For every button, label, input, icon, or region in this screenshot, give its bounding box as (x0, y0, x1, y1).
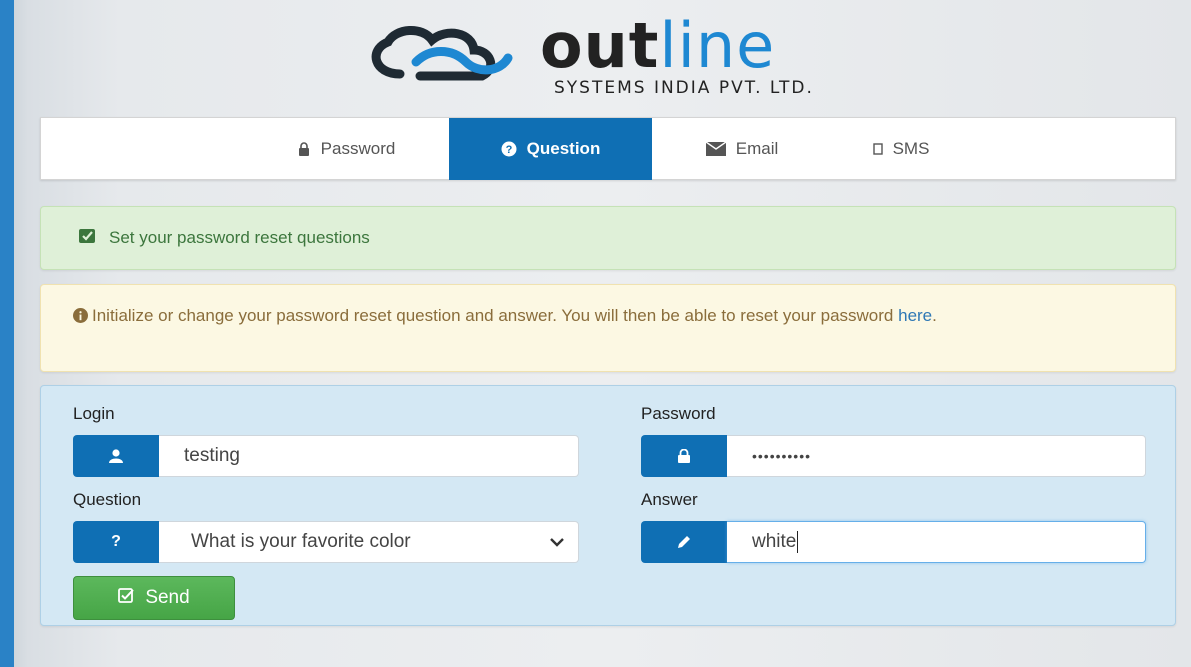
pencil-icon (641, 521, 727, 563)
answer-label: Answer (641, 490, 698, 509)
chevron-down-icon (550, 531, 564, 553)
envelope-icon (705, 142, 726, 156)
cloud-logo-icon (371, 26, 513, 81)
lock-icon (641, 435, 727, 477)
password-label: Password (641, 404, 716, 423)
logo-word-bold: out (540, 9, 660, 82)
mobile-icon (872, 143, 883, 155)
tab-email[interactable]: Email (667, 118, 817, 180)
warning-alert-suffix: . (932, 306, 937, 325)
left-edge (0, 0, 14, 667)
login-group: testing (73, 435, 579, 477)
question-circle-icon: ? (501, 141, 517, 157)
warning-alert-text: Initialize or change your password reset… (92, 306, 894, 325)
success-alert-text: Set your password reset questions (109, 228, 370, 247)
tab-question-label: Question (526, 139, 601, 158)
tab-question[interactable]: ? Question (449, 118, 652, 180)
check-square-icon (79, 228, 97, 249)
send-button-label: Send (145, 587, 190, 608)
password-input[interactable]: •••••••••• (727, 435, 1146, 477)
question-icon: ? (73, 521, 159, 563)
logo-word-light: line (659, 9, 776, 82)
tab-email-label: Email (735, 139, 779, 158)
method-tabs: Password ? Question Email SMS (40, 117, 1176, 180)
question-select[interactable]: What is your favorite color (159, 521, 579, 563)
question-label: Question (73, 490, 142, 509)
check-square-icon (118, 587, 135, 609)
answer-input[interactable]: white (727, 521, 1146, 563)
logo-subtitle: SYSTEMS INDIA PVT. LTD. (554, 78, 814, 98)
text-caret (797, 531, 799, 553)
tab-password[interactable]: Password (246, 118, 446, 180)
lock-icon (297, 142, 311, 156)
question-select-value: What is your favorite color (191, 531, 411, 552)
svg-text:?: ? (505, 144, 512, 156)
success-alert: Set your password reset questions (40, 206, 1176, 270)
user-icon (73, 435, 159, 477)
question-group: ? What is your favorite color (73, 521, 579, 563)
reset-password-link[interactable]: here (898, 306, 932, 325)
page-background: outline SYSTEMS INDIA PVT. LTD. Password… (0, 0, 1191, 667)
reset-question-form: Login Password testing •••••••••• Questi… (40, 385, 1176, 626)
logo-wordmark: outline (540, 8, 775, 84)
answer-input-value: white (752, 531, 797, 552)
tab-password-label: Password (320, 139, 396, 158)
answer-group: white (641, 521, 1146, 563)
password-group: •••••••••• (641, 435, 1146, 477)
info-circle-icon (73, 306, 88, 330)
login-label: Login (73, 404, 115, 423)
tab-sms[interactable]: SMS (841, 118, 961, 180)
tab-sms-label: SMS (892, 139, 930, 158)
login-input[interactable]: testing (159, 435, 579, 477)
send-button[interactable]: Send (73, 576, 235, 620)
warning-alert: Initialize or change your password reset… (40, 284, 1176, 372)
logo: outline SYSTEMS INDIA PVT. LTD. (360, 9, 880, 104)
